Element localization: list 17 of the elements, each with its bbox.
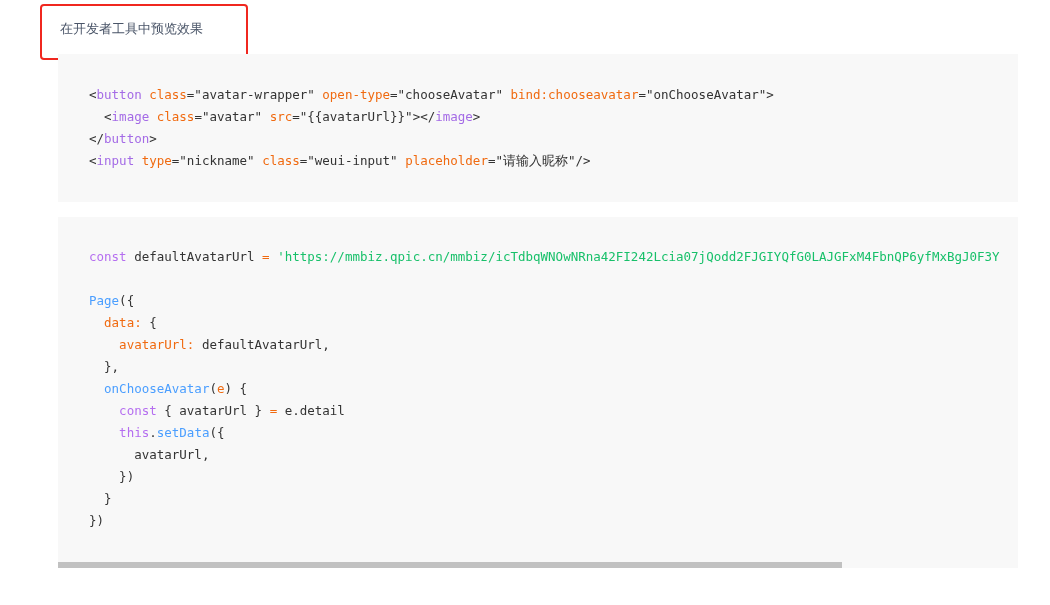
scrollbar-thumb[interactable] [58,562,842,568]
code-line: avatarUrl, [133,446,211,464]
code-line: <button class="avatar-wrapper" open-type="chooseAvatar" bind:chooseavatar="onChooseAvatar"> [89,86,775,104]
code-line: this.setData({ [118,424,226,442]
code-line: const defaultAvatarUrl = 'https://mmbiz.qpic.cn/mmbiz/icTdbqWNOwNRna42FI242Lcia07jQodd2FJGIYQfG0LAJGFxM4FbnQP6yfMxBgJ0F3Y [89,248,1001,266]
code-line: data: { [103,314,158,332]
code-line: const { avatarUrl } = e.detail [118,402,346,420]
code-line: avatarUrl: defaultAvatarUrl, [118,336,331,354]
code-line: Page({ [89,292,136,310]
code-line: <input type="nickname" class="weui-input" placeholder="请输入昵称"/> [89,152,592,170]
code-line: } [103,490,113,508]
code-line: <image class="avatar" src="{{avatarUrl}}"></image> [103,108,482,126]
code-line: }, [103,358,121,376]
code-line: onChooseAvatar(e) { [103,380,249,398]
code-line: </button> [89,130,158,148]
code-line: }) [89,512,106,530]
code-line: }) [118,468,136,486]
